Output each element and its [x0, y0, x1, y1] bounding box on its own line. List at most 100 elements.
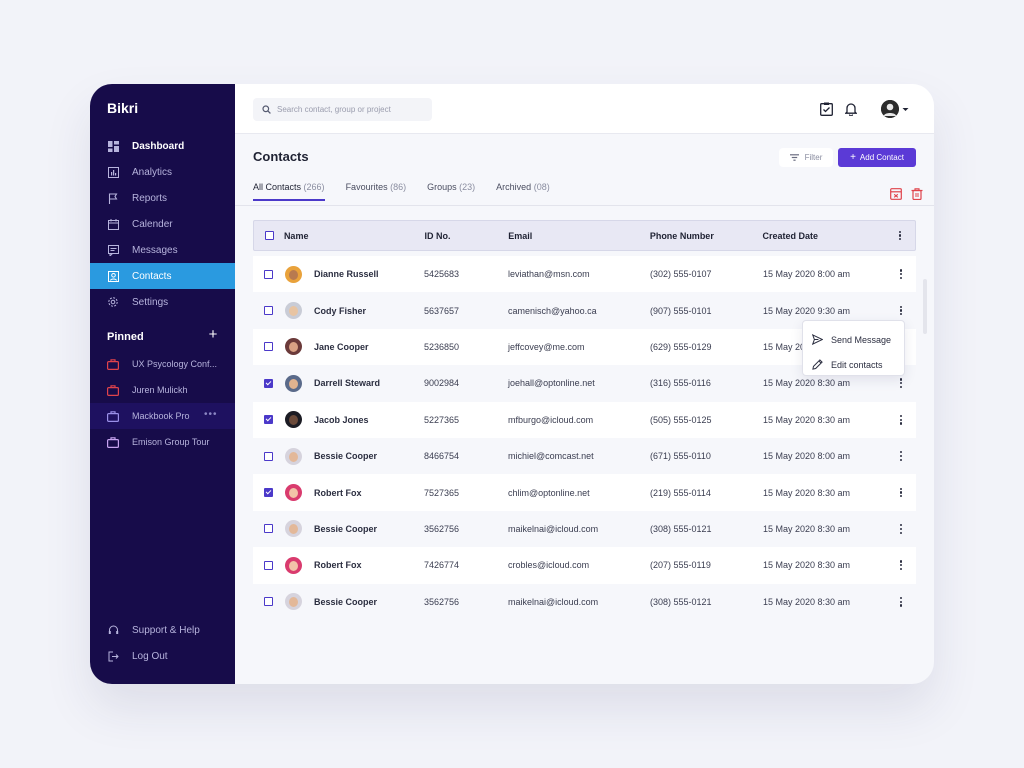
- tab-archived[interactable]: Archived (08): [496, 182, 550, 200]
- row-menu-button[interactable]: [886, 269, 916, 280]
- briefcase-icon: [107, 384, 119, 396]
- table-row[interactable]: Robert Fox 7527365 chlim@optonline.net (219…: [253, 474, 916, 511]
- trash-icon[interactable]: [911, 188, 923, 200]
- column-phone[interactable]: Phone Number: [650, 231, 763, 241]
- contact-phone: (629) 555-0129: [650, 341, 712, 352]
- more-icon[interactable]: •••: [204, 409, 218, 420]
- row-checkbox[interactable]: [264, 306, 273, 316]
- contact-phone: (671) 555-0110: [650, 451, 711, 462]
- search-input[interactable]: [277, 105, 427, 114]
- table-row[interactable]: Robert Fox 7426774 crobles@icloud.com (207)…: [253, 547, 916, 584]
- more-vertical-icon: [898, 230, 902, 241]
- contact-email: chlim@optonline.net: [508, 487, 590, 498]
- tab-favourites[interactable]: Favourites (86): [346, 182, 407, 200]
- sidebar-item-label: Reports: [132, 192, 168, 204]
- table-row[interactable]: Bessie Cooper 3562756 maikelnai@icloud.com…: [253, 510, 916, 548]
- sidebar-item-analytics[interactable]: Analytics: [90, 159, 235, 185]
- row-checkbox[interactable]: [264, 560, 273, 570]
- contact-name: Darrell Steward: [314, 378, 381, 389]
- contact-email: maikelnai@icloud.com: [508, 523, 599, 534]
- row-menu-button[interactable]: [886, 487, 916, 498]
- row-checkbox[interactable]: [264, 415, 273, 425]
- send-message-option[interactable]: Send Message: [803, 327, 904, 352]
- column-name[interactable]: Name: [284, 231, 425, 241]
- edit-contacts-option[interactable]: Edit contacts: [803, 352, 904, 377]
- row-checkbox[interactable]: [264, 597, 273, 607]
- contact-phone: (308) 555-0121: [650, 523, 712, 534]
- row-select-cell: [253, 378, 283, 388]
- header-menu-button[interactable]: [885, 230, 915, 241]
- row-checkbox[interactable]: [264, 378, 273, 388]
- sidebar-item-settings[interactable]: Settings: [90, 289, 235, 315]
- row-checkbox[interactable]: [264, 269, 273, 279]
- main-content: Contacts Filter + Add Contact All Contac…: [235, 134, 934, 684]
- tab-groups[interactable]: Groups (23): [427, 182, 475, 200]
- bell-icon[interactable]: [843, 101, 859, 117]
- row-menu-button[interactable]: [886, 523, 916, 534]
- more-vertical-icon: [899, 414, 903, 425]
- row-checkbox[interactable]: [264, 451, 273, 461]
- pinned-item[interactable]: UX Psycology Conf...: [90, 351, 235, 377]
- tab-all-contacts[interactable]: All Contacts (266): [253, 182, 325, 201]
- pinned-item[interactable]: Emison Group Tour: [90, 429, 235, 455]
- tasks-icon[interactable]: [818, 101, 834, 117]
- messages-icon: [107, 244, 119, 256]
- row-menu-button[interactable]: [886, 450, 916, 462]
- row-menu-button[interactable]: [886, 378, 916, 389]
- table-row[interactable]: Bessie Cooper 3562756 maikelnai@icloud.com…: [253, 583, 916, 620]
- contacts-icon: [107, 270, 119, 282]
- filter-button[interactable]: Filter: [779, 148, 833, 167]
- contact-email: leviathan@msn.com: [508, 269, 590, 280]
- column-created-date[interactable]: Created Date: [762, 231, 885, 241]
- sidebar-item-dashboard[interactable]: Dashboard: [90, 133, 235, 159]
- table-row[interactable]: Jacob Jones 5227365 mfburgo@icloud.com (505…: [253, 401, 916, 438]
- column-id[interactable]: ID No.: [425, 231, 509, 241]
- calendar-icon: [107, 218, 119, 230]
- avatar: [285, 411, 302, 429]
- row-checkbox[interactable]: [264, 342, 273, 352]
- sidebar-item-label: Settings: [132, 296, 169, 308]
- row-menu-button[interactable]: [886, 596, 916, 607]
- search-box[interactable]: [253, 98, 432, 121]
- row-menu-button[interactable]: [886, 560, 916, 571]
- page-title: Contacts: [253, 149, 309, 164]
- avatar: [881, 100, 899, 118]
- row-menu-button[interactable]: [886, 414, 916, 425]
- scrollbar[interactable]: [923, 279, 927, 334]
- add-contact-button[interactable]: + Add Contact: [838, 148, 916, 167]
- row-checkbox[interactable]: [264, 488, 273, 498]
- row-checkbox[interactable]: [264, 524, 273, 534]
- pinned-item[interactable]: Juren Mulickh: [90, 377, 235, 403]
- sidebar-item-messages[interactable]: Messages: [90, 237, 235, 263]
- avatar: [285, 593, 302, 611]
- sidebar-item-contacts[interactable]: Contacts: [90, 263, 235, 289]
- sidebar-item-reports[interactable]: Reports: [90, 185, 235, 211]
- row-menu-button[interactable]: [886, 305, 916, 316]
- column-email[interactable]: Email: [508, 231, 650, 241]
- user-menu[interactable]: [881, 100, 909, 118]
- briefcase-icon: [107, 436, 119, 448]
- add-pinned-button[interactable]: +: [207, 327, 219, 342]
- sidebar-item-label: Log Out: [132, 650, 168, 662]
- contact-phone: (308) 555-0121: [650, 596, 712, 607]
- pinned-item[interactable]: Mackbook Pro •••: [90, 403, 235, 429]
- sidebar-item-label: Analytics: [132, 166, 173, 178]
- table-row[interactable]: Dianne Russell 5425683 leviathan@msn.com (3…: [253, 256, 916, 293]
- avatar: [285, 556, 302, 574]
- sidebar-item-logout[interactable]: Log Out: [90, 643, 235, 669]
- contact-created-date: 15 May 2020 8:00 am: [763, 269, 851, 280]
- archive-icon[interactable]: [890, 188, 902, 200]
- contact-email: crobles@icloud.com: [508, 560, 590, 571]
- select-all-checkbox[interactable]: [265, 231, 274, 240]
- contact-phone: (302) 555-0107: [650, 269, 712, 280]
- contact-name-cell: Bessie Cooper: [283, 593, 424, 611]
- flag-icon: [107, 192, 119, 204]
- more-vertical-icon: [899, 269, 903, 280]
- sidebar-item-calender[interactable]: Calender: [90, 211, 235, 237]
- analytics-icon: [107, 166, 119, 178]
- table-row[interactable]: Bessie Cooper 8466754 michiel@comcast.net (…: [253, 437, 916, 475]
- contact-name-cell: Dianne Russell: [283, 265, 424, 283]
- avatar: [285, 484, 302, 502]
- tabs: All Contacts (266) Favourites (86) Group…: [253, 182, 571, 201]
- sidebar-item-support[interactable]: Support & Help: [90, 617, 235, 643]
